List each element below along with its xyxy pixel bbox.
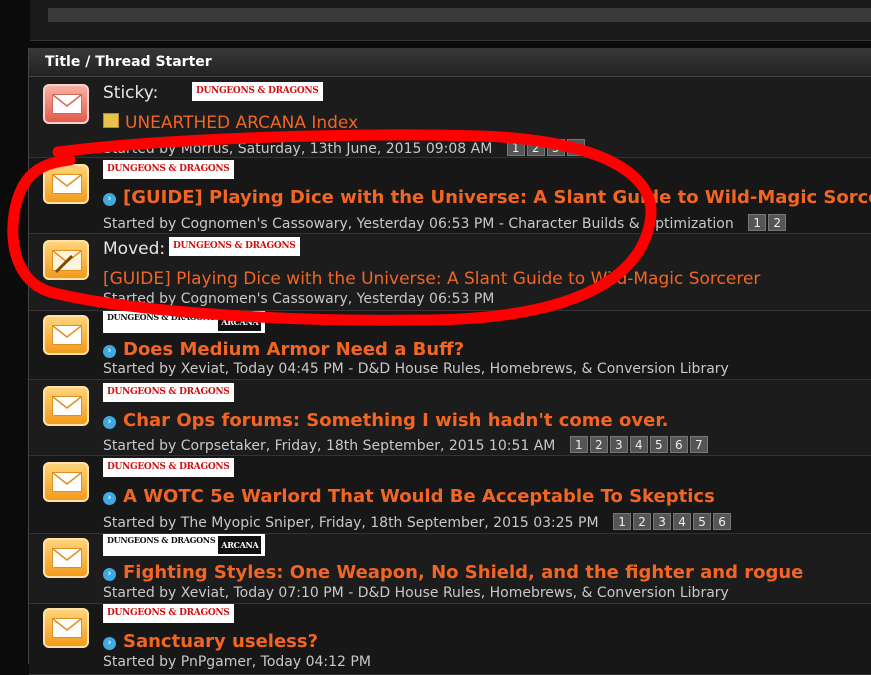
pagination: 123456 xyxy=(613,513,733,530)
envelope-icon xyxy=(43,84,89,124)
thread-meta: Started by Xeviat, Today 07:10 PM - D&D … xyxy=(103,585,729,601)
envelope-icon xyxy=(43,164,89,204)
thread-table: Title / Thread Starter Sticky: DUNGEONS … xyxy=(28,48,871,675)
thread-title-link[interactable]: › A WOTC 5e Warlord That Would Be Accepta… xyxy=(103,486,715,507)
pagination: 1234 xyxy=(506,139,587,156)
unread-arrow-icon: › xyxy=(103,637,116,650)
page-link[interactable]: 2 xyxy=(589,436,608,453)
sticky-icon xyxy=(103,113,119,128)
dnd-logo: DUNGEONS & DRAGONS xyxy=(192,82,323,101)
thread-meta: Started by PnPgamer, Today 04:12 PM xyxy=(103,654,371,670)
moved-prefix: Moved: xyxy=(103,239,166,259)
pagination: 12 xyxy=(748,214,788,231)
table-row[interactable]: DUNGEONS & DRAGONS ARCANA › Does Medium Ar… xyxy=(29,311,871,380)
page-link[interactable]: 2 xyxy=(768,214,787,231)
pagination: 1234567 xyxy=(569,436,710,453)
thread-meta: Started by Cognomen's Cassowary, Yesterd… xyxy=(103,214,788,232)
thread-meta: Started by Corpsetaker, Friday, 18th Sep… xyxy=(103,436,710,454)
envelope-icon xyxy=(43,538,89,578)
page-link[interactable]: 2 xyxy=(633,513,652,530)
thread-title-link[interactable]: › Char Ops forums: Something I wish hadn'… xyxy=(103,410,668,431)
page-link[interactable]: 6 xyxy=(713,513,732,530)
top-bar xyxy=(30,0,871,41)
thread-meta: Started by Xeviat, Today 04:45 PM - D&D … xyxy=(103,361,729,377)
sticky-prefix: Sticky: xyxy=(103,83,159,103)
page-link[interactable]: 1 xyxy=(569,436,588,453)
envelope-icon xyxy=(43,462,89,502)
dnd-logo: DUNGEONS & DRAGONS xyxy=(103,458,234,477)
page-link[interactable]: 6 xyxy=(669,436,688,453)
envelope-icon xyxy=(43,608,89,648)
table-row[interactable]: DUNGEONS & DRAGONS › Char Ops forums: Som… xyxy=(29,380,871,456)
page-link[interactable]: 1 xyxy=(506,139,525,156)
thread-title-link[interactable]: › Fighting Styles: One Weapon, No Shield,… xyxy=(103,562,803,583)
page-link[interactable]: 1 xyxy=(748,214,767,231)
page-link[interactable]: 1 xyxy=(613,513,632,530)
thread-meta: Started by Cognomen's Cassowary, Yesterd… xyxy=(103,291,495,307)
table-row[interactable]: Sticky: DUNGEONS & DRAGONS UNEARTHED ARC… xyxy=(29,77,871,158)
page-link[interactable]: 4 xyxy=(566,139,585,156)
envelope-icon xyxy=(43,386,89,426)
thread-title-link[interactable]: UNEARTHED ARCANA Index xyxy=(103,113,358,133)
thread-title-link[interactable]: [GUIDE] Playing Dice with the Universe: … xyxy=(103,269,760,289)
page-link[interactable]: 3 xyxy=(609,436,628,453)
envelope-icon xyxy=(43,315,89,355)
unread-arrow-icon: › xyxy=(103,416,116,429)
unread-arrow-icon: › xyxy=(103,345,116,358)
table-header: Title / Thread Starter xyxy=(29,48,871,77)
page-link[interactable]: 4 xyxy=(673,513,692,530)
unread-arrow-icon: › xyxy=(103,568,116,581)
page-link[interactable]: 3 xyxy=(546,139,565,156)
thread-title-link[interactable]: › Does Medium Armor Need a Buff? xyxy=(103,339,464,360)
dnd-logo: DUNGEONS & DRAGONS xyxy=(169,237,300,256)
table-row[interactable]: DUNGEONS & DRAGONS › [GUIDE] Playing Dice… xyxy=(29,158,871,234)
page-link[interactable]: 7 xyxy=(689,436,708,453)
unread-arrow-icon: › xyxy=(103,492,116,505)
table-row[interactable]: DUNGEONS & DRAGONS › A WOTC 5e Warlord Th… xyxy=(29,456,871,534)
page-link[interactable]: 4 xyxy=(629,436,648,453)
dnd-arcana-logo: DUNGEONS & DRAGONS ARCANA xyxy=(103,534,266,556)
page-link[interactable]: 3 xyxy=(653,513,672,530)
moved-thread-icon xyxy=(43,240,89,280)
dnd-logo: DUNGEONS & DRAGONS xyxy=(103,604,234,623)
dnd-logo: DUNGEONS & DRAGONS xyxy=(103,160,234,179)
table-row[interactable]: DUNGEONS & DRAGONS › Sanctuary useless? S… xyxy=(29,604,871,675)
page-link[interactable]: 5 xyxy=(649,436,668,453)
page-link[interactable]: 5 xyxy=(693,513,712,530)
dnd-logo: DUNGEONS & DRAGONS xyxy=(103,383,234,402)
dnd-arcana-logo: DUNGEONS & DRAGONS ARCANA xyxy=(103,311,266,333)
top-bar-strip xyxy=(48,8,871,22)
page-link[interactable]: 2 xyxy=(526,139,545,156)
thread-title-link[interactable]: › [GUIDE] Playing Dice with the Universe:… xyxy=(103,187,871,208)
thread-title-link[interactable]: › Sanctuary useless? xyxy=(103,631,318,652)
table-row[interactable]: DUNGEONS & DRAGONS ARCANA › Fighting Style… xyxy=(29,534,871,604)
table-row[interactable]: Moved: DUNGEONS & DRAGONS [GUIDE] Playin… xyxy=(29,234,871,311)
thread-meta: Started by Morrus, Saturday, 13th June, … xyxy=(103,139,587,157)
unread-arrow-icon: › xyxy=(103,193,116,206)
thread-meta: Started by The Myopic Sniper, Friday, 18… xyxy=(103,513,733,531)
